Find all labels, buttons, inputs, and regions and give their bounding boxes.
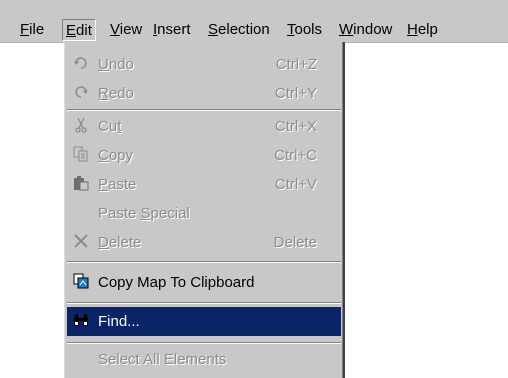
menu-separator <box>67 109 341 111</box>
menu-item-find-label: Find... <box>98 313 140 330</box>
scissors-icon <box>72 116 90 134</box>
menu-separator <box>67 261 341 263</box>
menu-item-paste-label: Paste <box>98 176 137 193</box>
menu-item-redo[interactable]: Redo Ctrl+Y <box>67 79 341 108</box>
menu-item-delete[interactable]: Delete Delete <box>67 228 341 257</box>
paste-icon <box>72 174 90 192</box>
menu-item-paste[interactable]: Paste Ctrl+V <box>67 170 341 199</box>
menu-separator <box>67 302 341 304</box>
menu-item-copy[interactable]: Copy Ctrl+C <box>67 141 341 170</box>
menu-item-select-all-label: Select All Elements <box>98 351 227 368</box>
menu-edit-rest: dit <box>76 22 92 39</box>
menu-item-select-all-elements[interactable]: Select All Elements <box>67 345 341 374</box>
menu-help-mnemonic: H <box>407 21 418 38</box>
menu-insert-rest: nsert <box>157 21 191 38</box>
menu-tools[interactable]: Tools <box>284 19 325 41</box>
menu-item-redo-label: Redo <box>98 85 134 102</box>
menu-view[interactable]: View <box>107 19 145 41</box>
copy-map-icon <box>72 272 90 290</box>
edit-menu-dropdown: Undo Ctrl+Z Redo Ctrl+Y Cut Ctrl+X Copy … <box>63 42 345 378</box>
menu-item-copy-map-label: Copy Map To Clipboard <box>98 274 255 291</box>
menu-item-delete-label: Delete <box>98 234 142 251</box>
menu-edit-mnemonic: E <box>66 22 77 39</box>
menu-tools-mnemonic: T <box>287 21 295 38</box>
redo-icon <box>72 83 90 101</box>
menu-window-mnemonic: W <box>339 21 354 38</box>
menu-edit[interactable]: Edit <box>62 19 96 41</box>
menu-item-paste-special[interactable]: Paste Special <box>67 199 341 228</box>
menu-item-undo-label: Undo <box>98 56 134 73</box>
menu-tools-rest: ools <box>294 21 323 38</box>
menu-bar: File Edit View Insert Selection Tools Wi… <box>0 0 508 43</box>
menu-item-find[interactable]: Find... <box>67 307 341 336</box>
menu-item-undo[interactable]: Undo Ctrl+Z <box>67 50 341 79</box>
menu-item-cut[interactable]: Cut Ctrl+X <box>67 112 341 141</box>
menu-separator <box>67 342 341 344</box>
menu-selection[interactable]: Selection <box>205 19 273 41</box>
menu-item-undo-shortcut: Ctrl+Z <box>275 56 317 73</box>
menu-help[interactable]: Help <box>404 19 441 41</box>
menu-view-mnemonic: V <box>110 21 120 38</box>
menu-item-copy-shortcut: Ctrl+C <box>274 147 317 164</box>
undo-icon <box>72 54 90 72</box>
menu-item-cut-shortcut: Ctrl+X <box>274 118 317 135</box>
menu-selection-rest: election <box>218 21 270 38</box>
menu-file-rest: ile <box>29 21 45 38</box>
menu-selection-mnemonic: S <box>208 21 219 38</box>
menu-item-copy-map-to-clipboard[interactable]: Copy Map To Clipboard <box>67 268 341 297</box>
menu-view-rest: iew <box>119 21 143 38</box>
menu-help-rest: elp <box>417 21 438 38</box>
menu-file-mnemonic: F <box>20 21 30 38</box>
delete-x-icon <box>72 232 90 250</box>
binoculars-icon <box>72 311 90 329</box>
menu-window[interactable]: Window <box>336 19 395 41</box>
menu-item-paste-shortcut: Ctrl+V <box>274 176 317 193</box>
menu-item-cut-label: Cut <box>98 118 122 135</box>
menu-insert[interactable]: Insert <box>150 19 194 41</box>
menu-file[interactable]: File <box>17 19 47 41</box>
menu-window-rest: indow <box>353 21 393 38</box>
menu-item-paste-special-label: Paste Special <box>98 205 190 222</box>
copy-icon <box>72 145 90 163</box>
menu-item-copy-label: Copy <box>98 147 134 164</box>
menu-item-delete-shortcut: Delete <box>273 234 317 251</box>
menu-item-redo-shortcut: Ctrl+Y <box>274 85 317 102</box>
